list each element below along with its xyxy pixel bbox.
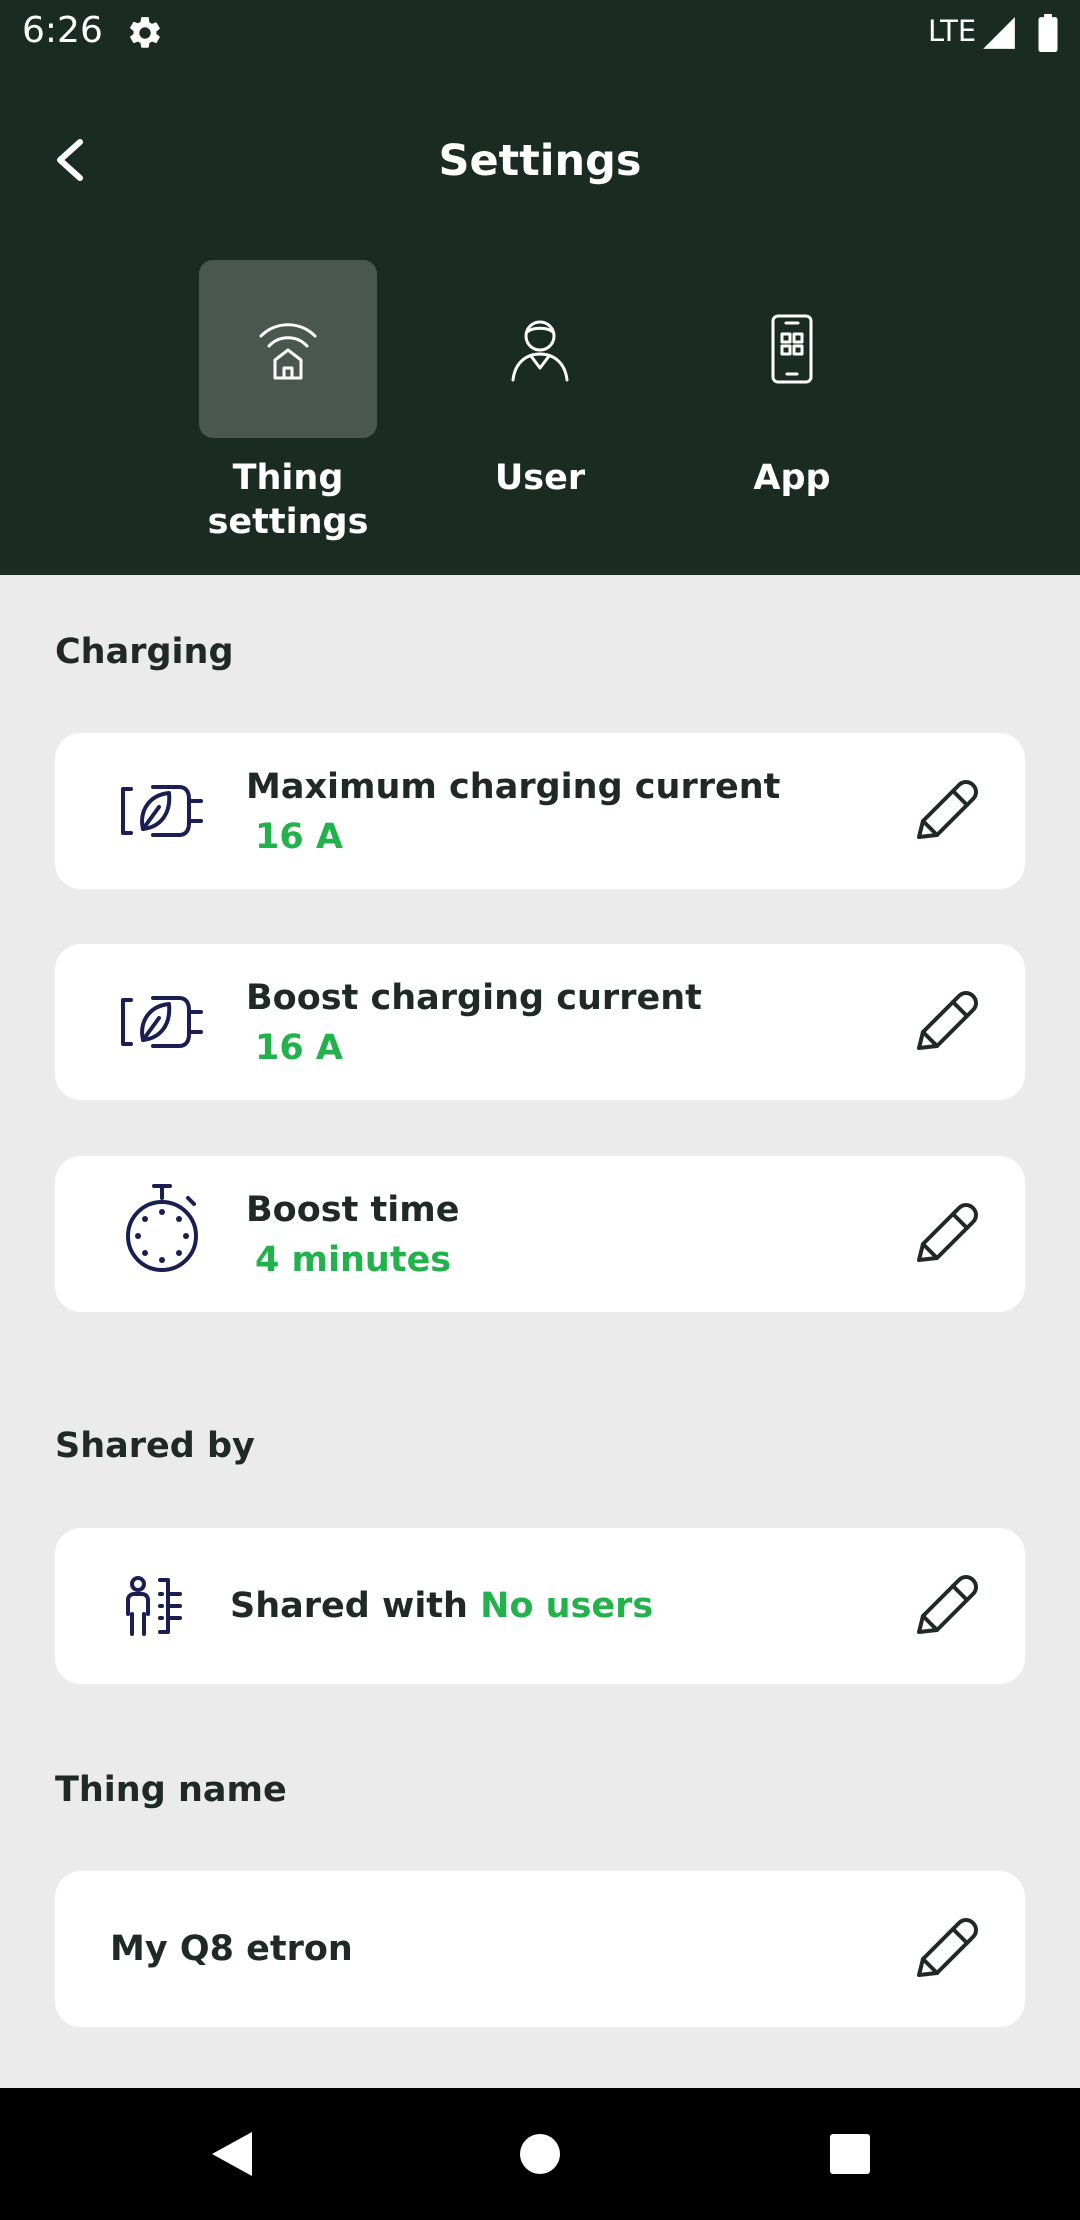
setting-value: 16 A <box>255 1028 343 1068</box>
edit-button[interactable] <box>905 1566 985 1646</box>
pencil-icon <box>917 780 978 839</box>
edit-button[interactable] <box>905 771 985 851</box>
pencil-icon <box>917 1918 978 1977</box>
shared-with-text: Shared with No users <box>230 1586 653 1626</box>
square-recents-icon <box>830 2134 870 2174</box>
pencil-icon <box>917 1203 978 1262</box>
nav-back-button[interactable] <box>196 2118 268 2190</box>
pencil-icon <box>917 991 978 1050</box>
setting-card-boost-time[interactable]: Boost time 4 minutes <box>55 1156 1025 1312</box>
tab-user[interactable]: User <box>451 260 629 500</box>
setting-card-thing-name[interactable]: My Q8 etron <box>55 1871 1025 2027</box>
thing-name-value: My Q8 etron <box>110 1929 353 1969</box>
wifi-home-icon <box>259 323 317 380</box>
shared-users-icon <box>119 1566 189 1646</box>
header-area: 6:26 LTE Settings Thing settings User Ap… <box>0 0 1080 575</box>
tab-thing-settings[interactable]: Thing settings <box>199 260 377 544</box>
signal-icon <box>983 17 1015 49</box>
setting-title: Boost time <box>246 1190 460 1230</box>
setting-card-max-current[interactable]: Maximum charging current 16 A <box>55 733 1025 889</box>
tab-icon-box <box>703 260 881 438</box>
edit-button[interactable] <box>905 1909 985 1989</box>
system-nav-bar <box>0 2088 1080 2220</box>
tab-icon-box <box>199 260 377 438</box>
status-time: 6:26 <box>22 10 103 51</box>
tab-label: User <box>494 458 586 498</box>
network-type: LTE <box>928 14 977 48</box>
gear-icon <box>130 17 160 48</box>
user-icon <box>511 320 569 382</box>
section-title-thing-name: Thing name <box>55 1770 287 1810</box>
shared-with-label: Shared with <box>230 1586 468 1626</box>
tab-app[interactable]: App <box>703 260 881 500</box>
setting-value: 16 A <box>255 817 343 857</box>
nav-home-button[interactable] <box>504 2118 576 2190</box>
setting-value: 4 minutes <box>255 1240 452 1280</box>
circle-home-icon <box>520 2134 560 2174</box>
shared-with-value: No users <box>480 1586 654 1626</box>
tab-label: Thing settings <box>207 458 369 542</box>
stopwatch-icon <box>117 1184 207 1274</box>
settings-screen: 6:26 LTE Settings Thing settings User Ap… <box>0 0 1080 2220</box>
setting-title: Maximum charging current <box>246 767 781 807</box>
setting-title: Boost charging current <box>246 978 702 1018</box>
battery-icon <box>1038 14 1058 52</box>
triangle-back-icon <box>212 2132 252 2176</box>
setting-card-boost-current[interactable]: Boost charging current 16 A <box>55 944 1025 1100</box>
pencil-icon <box>917 1575 978 1634</box>
setting-card-shared-with[interactable]: Shared with No users <box>55 1528 1025 1684</box>
eco-plug-icon <box>117 982 207 1062</box>
status-bar: 6:26 LTE <box>0 0 1080 66</box>
edit-button[interactable] <box>905 1194 985 1274</box>
nav-recents-button[interactable] <box>814 2118 886 2190</box>
edit-button[interactable] <box>905 982 985 1062</box>
section-title-charging: Charging <box>55 632 234 672</box>
section-title-shared: Shared by <box>55 1426 255 1466</box>
tab-label: App <box>753 458 831 498</box>
page-title: Settings <box>438 136 642 186</box>
eco-plug-icon <box>117 771 207 851</box>
tab-icon-box <box>451 260 629 438</box>
phone-app-icon <box>771 314 813 384</box>
